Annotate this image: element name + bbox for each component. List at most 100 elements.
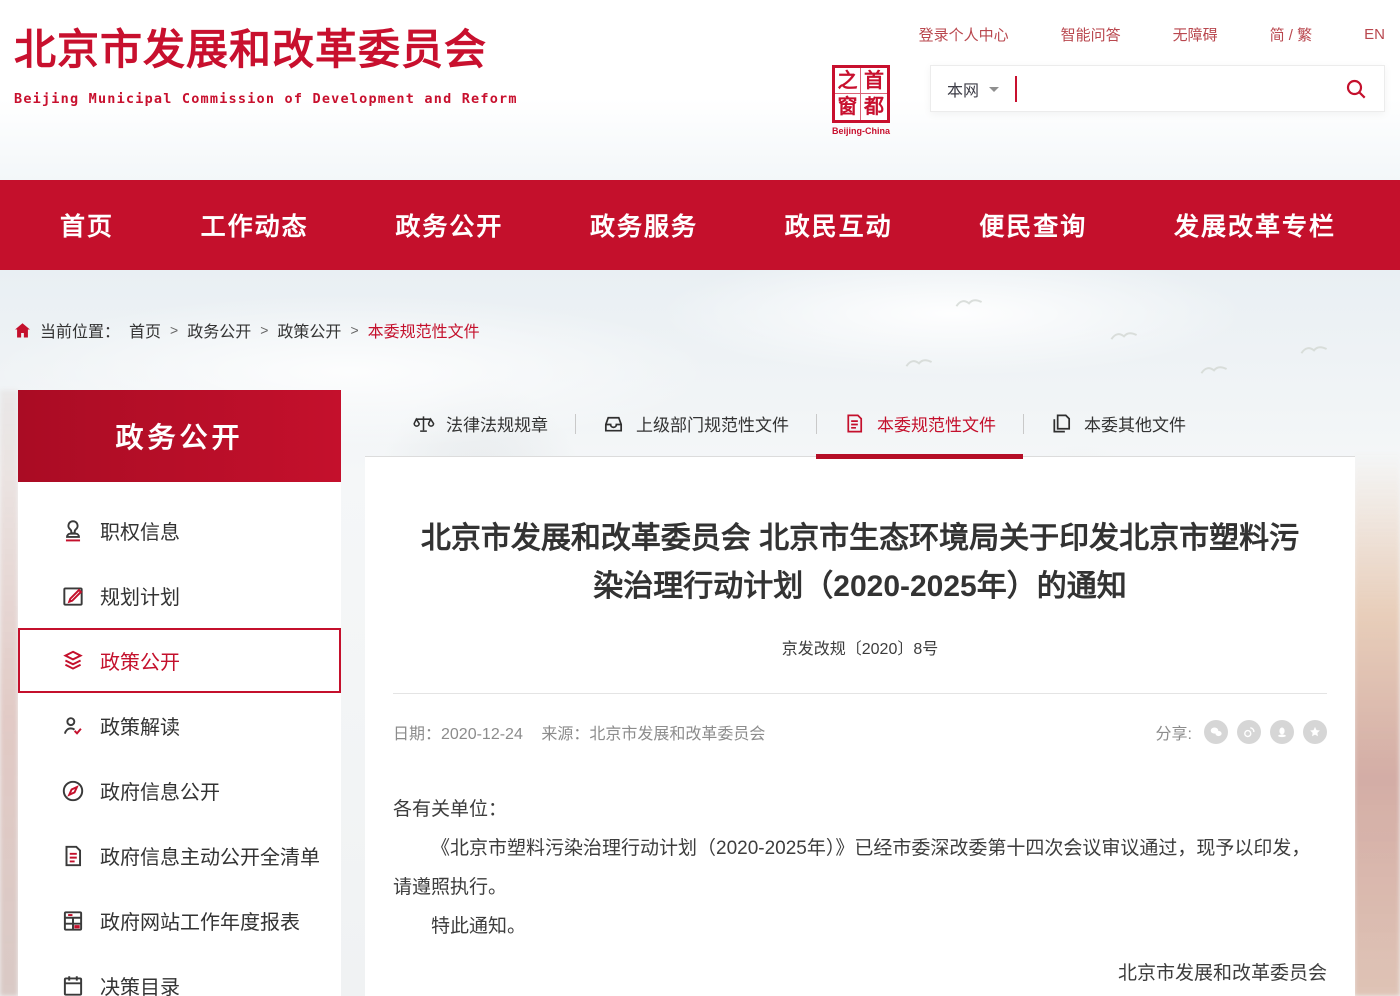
sidebar-item-label: 规划计划 (100, 581, 180, 610)
tab-label: 上级部门规范性文件 (636, 411, 789, 436)
pages-icon (1050, 412, 1073, 435)
top-link-smart-qa[interactable]: 智能问答 (1061, 24, 1121, 45)
qq-share-icon[interactable] (1270, 720, 1294, 744)
site-title-cn: 北京市发展和改革委员会 (14, 16, 518, 77)
article-panel: 北京市发展和改革委员会 北京市生态环境局关于印发北京市塑料污染治理行动计划（20… (365, 457, 1355, 996)
chevron-down-icon[interactable] (989, 87, 999, 97)
top-link-english[interactable]: EN (1364, 26, 1385, 43)
layers-icon (60, 648, 86, 674)
bird-icon (1110, 328, 1138, 340)
document-number: 京发改规〔2020〕8号 (393, 635, 1327, 659)
salutation: 各有关单位： (393, 790, 1327, 829)
breadcrumb-separator: > (350, 322, 358, 338)
sidebar-item-annual-website-report[interactable]: 政府网站工作年度报表 (18, 888, 341, 953)
breadcrumb-policy-disclosure[interactable]: 政策公开 (277, 318, 341, 342)
top-link-simplified-traditional[interactable]: 简 / 繁 (1270, 24, 1313, 45)
more-star-share-icon[interactable] (1303, 720, 1327, 744)
breadcrumb-separator: > (170, 322, 178, 338)
seal-char: 之 (835, 68, 861, 94)
sidebar-item-decision-catalog[interactable]: 决策目录 (18, 953, 341, 996)
page: 北京市发展和改革委员会 Beijing Municipal Commission… (0, 0, 1400, 996)
breadcrumb-separator: > (260, 322, 268, 338)
sidebar-item-label: 政策解读 (100, 711, 180, 740)
tab-label: 法律法规规章 (446, 411, 548, 436)
stamp-icon (60, 518, 86, 544)
share-label: 分享: (1156, 720, 1192, 744)
sidebar-item-label: 政府信息主动公开全清单 (100, 841, 320, 870)
tab-superior-normative-docs[interactable]: 上级部门规范性文件 (575, 390, 816, 456)
article-meta: 日期：2020-12-24 来源：北京市发展和改革委员会 分享: (393, 720, 1327, 744)
top-link-login[interactable]: 登录个人中心 (919, 24, 1009, 45)
document-icon (843, 412, 866, 435)
sidebar-item-label: 政府信息公开 (100, 776, 220, 805)
nav-item-home[interactable]: 首页 (60, 207, 114, 243)
site-logo[interactable]: 北京市发展和改革委员会 Beijing Municipal Commission… (14, 16, 518, 107)
person-check-icon (60, 713, 86, 739)
site-header: 北京市发展和改革委员会 Beijing Municipal Commission… (0, 0, 1400, 180)
beijing-china-seal-logo[interactable]: 之 首 窗 都 Beijing-China (828, 65, 894, 136)
seal-box: 之 首 窗 都 (832, 65, 890, 123)
signature: 北京市发展和改革委员会 (393, 954, 1327, 993)
nav-item-gov-disclosure[interactable]: 政务公开 (395, 207, 503, 243)
paragraph: 《北京市塑料污染治理行动计划（2020-2025年）》已经市委深改委第十四次会议… (393, 829, 1327, 907)
share-bar: 分享: (1156, 720, 1327, 744)
tab-laws-regulations[interactable]: 法律法规规章 (385, 390, 575, 456)
bird-icon (955, 295, 983, 307)
search-box: 本网 (930, 65, 1385, 112)
tab-commission-other-docs[interactable]: 本委其他文件 (1023, 390, 1213, 456)
tab-commission-normative-docs[interactable]: 本委规范性文件 (816, 390, 1023, 456)
nav-item-reform-column[interactable]: 发展改革专栏 (1174, 207, 1336, 243)
scale-icon (412, 412, 435, 435)
sidebar-item-planning[interactable]: 规划计划 (18, 563, 341, 628)
article-date: 日期：2020-12-24 (393, 726, 523, 743)
breadcrumb-gov-disclosure[interactable]: 政务公开 (187, 318, 251, 342)
top-link-accessibility[interactable]: 无障碍 (1173, 24, 1218, 45)
sidebar-item-gov-info-disclosure[interactable]: 政府信息公开 (18, 758, 341, 823)
sidebar-item-policy-disclosure[interactable]: 政策公开 (18, 628, 341, 693)
calendar-icon (60, 973, 86, 996)
two-column-layout: 政务公开 职权信息 (18, 390, 1400, 996)
inbox-icon (602, 412, 625, 435)
tab-label: 本委其他文件 (1084, 411, 1186, 436)
document-tabs: 法律法规规章 上级部门规范性文件 本委规 (365, 390, 1355, 457)
nav-item-interaction[interactable]: 政民互动 (785, 207, 893, 243)
sidebar-item-label: 职权信息 (100, 516, 180, 545)
sidebar-item-policy-interpretation[interactable]: 政策解读 (18, 693, 341, 758)
divider (393, 693, 1327, 694)
sidebar-item-label: 政策公开 (100, 646, 180, 675)
plan-icon (60, 583, 86, 609)
nav-item-gov-services[interactable]: 政务服务 (590, 207, 698, 243)
weibo-share-icon[interactable] (1237, 720, 1261, 744)
search-icon[interactable] (1344, 77, 1368, 101)
header-right: 登录个人中心 智能问答 无障碍 简 / 繁 EN 之 首 窗 都 Beijing… (828, 24, 1385, 136)
seal-caption: Beijing-China (828, 126, 894, 136)
sidebar-item-proactive-disclosure-list[interactable]: 政府信息主动公开全清单 (18, 823, 341, 888)
home-icon[interactable] (14, 322, 31, 339)
meta-left: 日期：2020-12-24 来源：北京市发展和改革委员会 (393, 720, 779, 744)
bird-icon (905, 355, 933, 367)
background-temple-left (0, 390, 18, 996)
search-input[interactable] (1017, 69, 1344, 109)
sidebar-title[interactable]: 政务公开 (18, 390, 341, 482)
bird-icon (1300, 342, 1328, 354)
top-links: 登录个人中心 智能问答 无障碍 简 / 繁 EN (828, 24, 1385, 45)
seal-char: 首 (861, 68, 887, 94)
breadcrumb-current[interactable]: 本委规范性文件 (368, 318, 480, 342)
search-row: 之 首 窗 都 Beijing-China 本网 (828, 65, 1385, 136)
sidebar-item-authority-info[interactable]: 职权信息 (18, 498, 341, 563)
breadcrumb: 当前位置： 首页 > 政务公开 > 政策公开 > 本委规范性文件 (14, 318, 480, 342)
sidebar-list: 职权信息 规划计划 (18, 482, 341, 996)
nav-item-convenience-query[interactable]: 便民查询 (979, 207, 1087, 243)
wechat-share-icon[interactable] (1204, 720, 1228, 744)
document-list-icon (60, 843, 86, 869)
nav-item-work-news[interactable]: 工作动态 (201, 207, 309, 243)
sidebar-item-label: 政府网站工作年度报表 (100, 906, 300, 935)
breadcrumb-label: 当前位置： (40, 318, 120, 342)
content-area: 当前位置： 首页 > 政务公开 > 政策公开 > 本委规范性文件 政务公开 (0, 270, 1400, 996)
article-body: 各有关单位： 《北京市塑料污染治理行动计划（2020-2025年）》已经市委深改… (393, 790, 1327, 993)
compass-icon (60, 778, 86, 804)
bird-icon (1200, 362, 1228, 374)
search-scope-dropdown[interactable]: 本网 (947, 77, 979, 101)
breadcrumb-home[interactable]: 首页 (129, 318, 161, 342)
seal-char: 都 (861, 94, 887, 120)
